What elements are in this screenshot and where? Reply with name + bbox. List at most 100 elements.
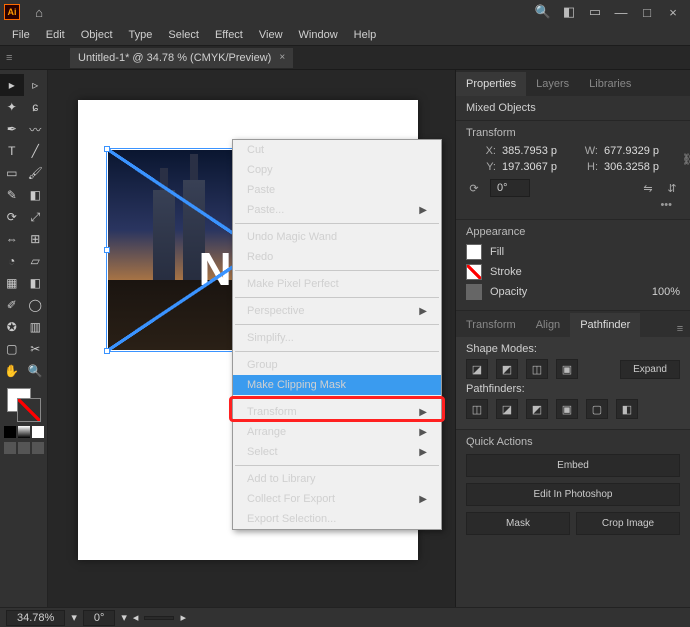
minimize-icon[interactable]: — <box>610 1 632 23</box>
workspace-icon[interactable]: ◧ <box>558 1 580 23</box>
shaper-tool[interactable]: ✎ <box>0 184 24 206</box>
color-mode-icon[interactable] <box>4 426 16 438</box>
mesh-tool[interactable]: ▦ <box>0 272 24 294</box>
slice-tool[interactable]: ✂ <box>24 338 48 360</box>
menu-file[interactable]: File <box>4 29 38 41</box>
fill-swatch[interactable] <box>466 244 482 260</box>
trim-icon[interactable]: ◪ <box>496 399 518 419</box>
minus-back-icon[interactable]: ◧ <box>616 399 638 419</box>
ctx-arrange[interactable]: Arrange▶ <box>233 422 441 442</box>
ctx-cut[interactable]: Cut <box>233 140 441 160</box>
pen-tool[interactable]: ✒ <box>0 118 24 140</box>
draw-normal-icon[interactable] <box>4 442 16 454</box>
search-icon[interactable]: 🔍 <box>532 1 554 23</box>
flip-v-icon[interactable]: ⇵ <box>664 180 680 196</box>
menu-type[interactable]: Type <box>121 29 161 41</box>
ctx-undo-magic-wand[interactable]: Undo Magic Wand <box>233 227 441 247</box>
width-tool[interactable]: ⇔ <box>0 228 24 250</box>
eraser-tool[interactable]: ◧ <box>24 184 48 206</box>
draw-inside-icon[interactable] <box>32 442 44 454</box>
menu-view[interactable]: View <box>251 29 291 41</box>
edit-photoshop-button[interactable]: Edit In Photoshop <box>466 483 680 506</box>
minus-front-icon[interactable]: ◩ <box>496 359 518 379</box>
menu-select[interactable]: Select <box>160 29 207 41</box>
artboard-nav[interactable] <box>144 616 174 620</box>
ctx-add-to-library[interactable]: Add to Library <box>233 469 441 489</box>
tab-layers[interactable]: Layers <box>526 72 579 96</box>
rotate-dropdown-icon[interactable]: ▾ <box>121 611 127 624</box>
close-tab-icon[interactable]: × <box>279 52 285 63</box>
nav-next-icon[interactable]: ▸ <box>180 611 186 624</box>
home-icon[interactable]: ⌂ <box>28 1 50 23</box>
link-wh-icon[interactable]: ⛓ <box>682 151 690 167</box>
zoom-dropdown-icon[interactable]: ▾ <box>71 611 77 624</box>
tab-libraries[interactable]: Libraries <box>579 72 641 96</box>
gradient-mode-icon[interactable] <box>18 426 30 438</box>
scale-tool[interactable]: ⤢ <box>24 206 48 228</box>
mask-button[interactable]: Mask <box>466 512 570 535</box>
unite-icon[interactable]: ◪ <box>466 359 488 379</box>
menu-object[interactable]: Object <box>73 29 121 41</box>
zoom-tool[interactable]: 🔍 <box>24 360 48 382</box>
ctx-make-pixel-perfect[interactable]: Make Pixel Perfect <box>233 274 441 294</box>
ctx-copy[interactable]: Copy <box>233 160 441 180</box>
line-tool[interactable]: ╱ <box>24 140 48 162</box>
ctx-transform[interactable]: Transform▶ <box>233 402 441 422</box>
rectangle-tool[interactable]: ▭ <box>0 162 24 184</box>
ctx-export-selection-[interactable]: Export Selection... <box>233 509 441 529</box>
rotate-value[interactable]: 0° <box>490 179 530 197</box>
crop-icon[interactable]: ▣ <box>556 399 578 419</box>
arrange-icon[interactable]: ▭ <box>584 1 606 23</box>
tab-pathfinder[interactable]: Pathfinder <box>570 313 640 337</box>
ctx-select[interactable]: Select▶ <box>233 442 441 462</box>
crop-image-button[interactable]: Crop Image <box>576 512 680 535</box>
hand-tool[interactable]: ✋ <box>0 360 24 382</box>
none-mode-icon[interactable] <box>32 426 44 438</box>
graph-tool[interactable]: ▥ <box>24 316 48 338</box>
panel-toggle-icon[interactable]: ≡ <box>6 52 20 64</box>
intersect-icon[interactable]: ◫ <box>526 359 548 379</box>
ctx-make-clipping-mask[interactable]: Make Clipping Mask <box>233 375 441 395</box>
exclude-icon[interactable]: ▣ <box>556 359 578 379</box>
symbol-tool[interactable]: ✪ <box>0 316 24 338</box>
more-options-icon[interactable]: ••• <box>466 197 680 213</box>
stroke-swatch[interactable] <box>466 264 482 280</box>
tab-align[interactable]: Align <box>526 313 570 337</box>
artboard-tool[interactable]: ▢ <box>0 338 24 360</box>
brush-tool[interactable]: 🖌 <box>24 162 48 184</box>
type-tool[interactable]: T <box>0 140 24 162</box>
menu-window[interactable]: Window <box>291 29 346 41</box>
reference-point[interactable] <box>466 149 468 169</box>
menu-help[interactable]: Help <box>346 29 385 41</box>
x-value[interactable]: 385.7953 p <box>502 145 572 157</box>
perspective-tool[interactable]: ▱ <box>24 250 48 272</box>
zoom-value[interactable]: 34.78% <box>6 610 65 626</box>
rotate-view-value[interactable]: 0° <box>83 610 116 626</box>
ctx-group[interactable]: Group <box>233 355 441 375</box>
rotate-tool[interactable]: ⟳ <box>0 206 24 228</box>
tab-transform[interactable]: Transform <box>456 313 526 337</box>
selection-tool[interactable]: ▸ <box>0 74 24 96</box>
divide-icon[interactable]: ◫ <box>466 399 488 419</box>
w-value[interactable]: 677.9329 p <box>604 145 674 157</box>
opacity-value[interactable]: 100% <box>652 286 680 298</box>
magic-wand-tool[interactable]: ✦ <box>0 96 24 118</box>
fill-stroke-swatch[interactable] <box>7 388 41 422</box>
document-tab[interactable]: Untitled-1* @ 34.78 % (CMYK/Preview) × <box>70 48 293 68</box>
free-transform-tool[interactable]: ⊞ <box>24 228 48 250</box>
close-window-icon[interactable]: × <box>662 1 684 23</box>
outline-icon[interactable]: ▢ <box>586 399 608 419</box>
blend-tool[interactable]: ◯ <box>24 294 48 316</box>
h-value[interactable]: 306.3258 p <box>604 161 674 173</box>
ctx-paste-[interactable]: Paste...▶ <box>233 200 441 220</box>
flip-h-icon[interactable]: ⇋ <box>640 180 656 196</box>
menu-edit[interactable]: Edit <box>38 29 73 41</box>
draw-behind-icon[interactable] <box>18 442 30 454</box>
expand-button[interactable]: Expand <box>620 360 680 379</box>
maximize-icon[interactable]: □ <box>636 1 658 23</box>
direct-selection-tool[interactable]: ▹ <box>24 74 48 96</box>
ctx-paste[interactable]: Paste <box>233 180 441 200</box>
nav-prev-icon[interactable]: ◂ <box>133 611 139 624</box>
merge-icon[interactable]: ◩ <box>526 399 548 419</box>
panel-menu-icon[interactable]: ≡ <box>670 321 690 337</box>
